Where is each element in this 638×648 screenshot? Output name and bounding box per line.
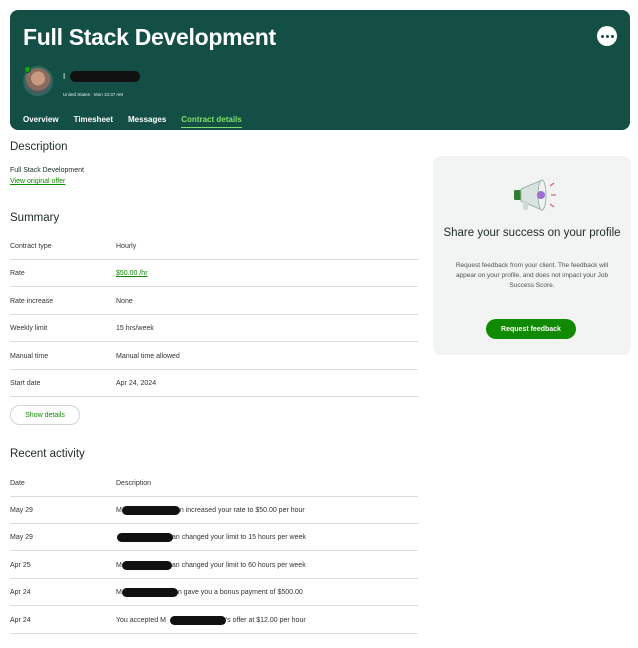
- redacted-name: [117, 533, 173, 542]
- summary-label: Manual time: [10, 353, 49, 360]
- date-column-header: Date: [10, 480, 25, 487]
- tab-messages[interactable]: Messages: [128, 115, 166, 128]
- activity-date: May 29: [10, 507, 33, 514]
- summary-value: Apr 24, 2024: [116, 380, 157, 387]
- summary-row: Manual time Manual time allowed: [10, 343, 418, 370]
- client-name[interactable]: I: [63, 72, 65, 81]
- online-status-dot: [24, 66, 31, 73]
- recent-activity-heading: Recent activity: [10, 448, 85, 460]
- tab-contract-details[interactable]: Contract details: [181, 115, 242, 128]
- summary-label: Weekly limit: [10, 325, 48, 332]
- more-options-icon[interactable]: [597, 26, 617, 46]
- megaphone-icon: [514, 179, 556, 211]
- summary-row: Contract type Hourly: [10, 233, 418, 260]
- summary-row: Rate increase None: [10, 288, 418, 315]
- activity-date: May 29: [10, 534, 33, 541]
- summary-value: Hourly: [116, 243, 137, 250]
- view-original-offer-link[interactable]: View original offer: [10, 178, 65, 185]
- table-row: May 29 Mn increased your rate to $50.00 …: [10, 497, 418, 524]
- summary-row: Rate $50.00 /hr: [10, 260, 418, 287]
- show-details-button[interactable]: Show details: [10, 405, 80, 425]
- summary-label: Contract type: [10, 243, 52, 250]
- rate-link[interactable]: $50.00 /hr: [116, 270, 148, 277]
- activity-date: Apr 24: [10, 617, 31, 624]
- request-feedback-button[interactable]: Request feedback: [486, 319, 576, 339]
- description-column-header: Description: [116, 480, 152, 487]
- feedback-card-body: Request feedback from your client. The f…: [455, 262, 609, 289]
- summary-label: Rate increase: [10, 298, 54, 305]
- redacted-client-name: [70, 71, 140, 82]
- contract-tabs: Overview Timesheet Messages Contract det…: [23, 115, 257, 128]
- summary-value: 15 hrs/week: [116, 325, 154, 332]
- activity-date: Apr 25: [10, 562, 31, 569]
- redacted-name: [122, 588, 178, 597]
- contract-header: Full Stack Development I United States ·…: [10, 10, 630, 130]
- feedback-card: Share your success on your profile Reque…: [433, 156, 631, 355]
- feedback-card-title: Share your success on your profile: [443, 227, 621, 239]
- activity-date: Apr 24: [10, 589, 31, 596]
- page-title: Full Stack Development: [23, 24, 276, 50]
- summary-value: Manual time allowed: [116, 353, 180, 360]
- table-row: May 29 an changed your limit to 15 hours…: [10, 524, 418, 551]
- tab-overview[interactable]: Overview: [23, 115, 59, 128]
- summary-label: Start date: [10, 380, 41, 387]
- summary-row: Weekly limit 15 hrs/week: [10, 315, 418, 342]
- description-text: Full Stack Development: [10, 167, 84, 174]
- client-location-time: United States · Mon 10:37 AM: [63, 92, 124, 97]
- summary-heading: Summary: [10, 212, 60, 224]
- redacted-name: [122, 506, 180, 515]
- tab-timesheet[interactable]: Timesheet: [74, 115, 113, 128]
- redacted-name: [122, 561, 172, 570]
- redacted-name: [170, 616, 226, 625]
- table-row: Apr 24 Mn gave you a bonus payment of $5…: [10, 579, 418, 606]
- table-row: Apr 25 Man changed your limit to 60 hour…: [10, 552, 418, 579]
- activity-header-row: Date Description: [10, 470, 418, 497]
- summary-row: Start date Apr 24, 2024: [10, 370, 418, 397]
- summary-value: None: [116, 298, 133, 305]
- summary-label: Rate: [10, 270, 25, 277]
- description-heading: Description: [10, 141, 68, 153]
